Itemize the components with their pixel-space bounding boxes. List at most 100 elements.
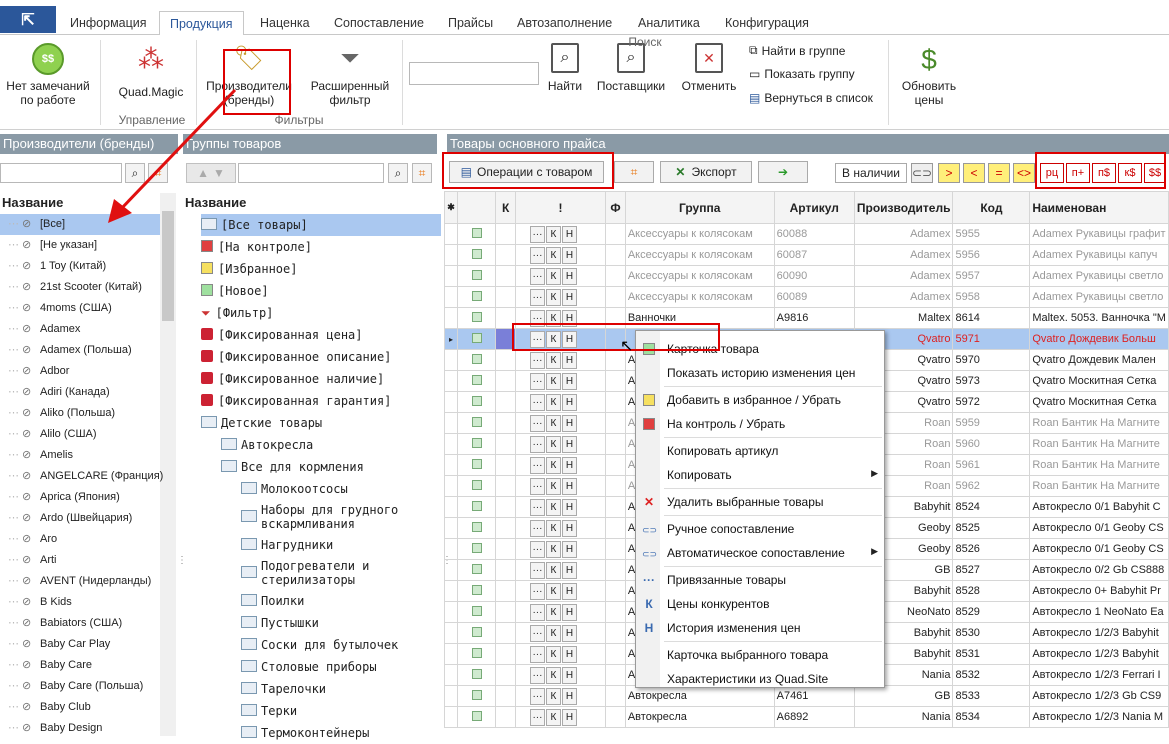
table-row[interactable]: ··· К Н Аксессуары к колясокам 60090 Adamex 59… — [444, 265, 1169, 287]
linked-items-icon[interactable]: ··· — [529, 561, 545, 579]
price-history-icon[interactable]: Н — [561, 645, 577, 663]
table-row[interactable]: ··· К Н Аксессуары к колясокам 60087 Adamex 59… — [444, 244, 1169, 266]
row-checkbox-cell[interactable] — [456, 580, 497, 602]
row-checkbox[interactable] — [471, 689, 482, 700]
row-checkbox[interactable] — [471, 227, 482, 238]
linked-items-icon[interactable]: ··· — [529, 288, 545, 306]
cell-actions[interactable]: ··· К Н — [514, 349, 607, 371]
price-history-icon[interactable]: Н — [561, 687, 577, 705]
row-checkbox-cell[interactable] — [456, 643, 497, 665]
tab-info[interactable]: Информация — [60, 12, 157, 35]
clear-filters-button[interactable]: ⌗ — [614, 161, 654, 183]
cell-actions[interactable]: ··· К Н — [514, 265, 607, 287]
linked-items-icon[interactable]: ··· — [529, 708, 545, 726]
group-tree-item[interactable]: [Фиксированная цена] — [201, 324, 441, 346]
row-checkbox[interactable] — [471, 584, 482, 595]
row-checkbox-cell[interactable] — [456, 412, 497, 434]
context-menu-item[interactable]: К Цены конкурентов — [636, 594, 884, 614]
linked-items-icon[interactable]: ··· — [529, 372, 545, 390]
row-checkbox[interactable] — [471, 332, 482, 343]
context-menu-item[interactable]: Копировать артикул — [636, 441, 884, 461]
competitor-prices-icon[interactable]: К — [545, 603, 561, 621]
tab-products[interactable]: Продукция — [159, 11, 244, 36]
extended-filter-button[interactable]: ⏷ Расширенный фильтр — [302, 43, 398, 107]
competitor-prices-icon[interactable]: К — [545, 393, 561, 411]
row-checkbox[interactable] — [471, 542, 482, 553]
row-checkbox[interactable] — [471, 500, 482, 511]
linked-items-icon[interactable]: ··· — [529, 225, 545, 243]
group-tree-item[interactable]: Тарелочки — [241, 678, 441, 700]
price-history-icon[interactable]: Н — [561, 477, 577, 495]
filter-less-button[interactable]: < — [963, 163, 985, 183]
column-header-name[interactable]: Наименован — [1029, 191, 1169, 224]
competitor-prices-icon[interactable]: К — [545, 498, 561, 516]
cell-actions[interactable]: ··· К Н — [514, 286, 607, 308]
row-checkbox-cell[interactable] — [456, 391, 497, 413]
context-menu-item[interactable]: ⊂⊃ Ручное сопоставление — [636, 519, 884, 539]
group-tree-item[interactable]: Столовые приборы — [241, 656, 441, 678]
brand-list-item[interactable]: ⋯ ⊘ Baby Care (Польша) — [0, 676, 160, 697]
column-header-f[interactable]: Ф — [605, 191, 626, 224]
column-header-group[interactable]: Группа — [624, 191, 775, 224]
group-tree-item[interactable]: Терки — [241, 700, 441, 722]
group-tree-item[interactable]: [Фиксированная гарантия] — [201, 390, 441, 412]
linked-items-icon[interactable]: ··· — [529, 687, 545, 705]
linked-items-icon[interactable]: ··· — [529, 414, 545, 432]
in-stock-toggle[interactable]: В наличии — [835, 163, 907, 183]
cell-actions[interactable]: ··· К Н — [514, 685, 607, 707]
brand-list-item[interactable]: ⋯ ⊘ Ardo (Швейцария) — [0, 508, 160, 529]
cell-actions[interactable]: ··· К Н — [514, 643, 607, 665]
context-menu-item[interactable]: Показать историю изменения цен — [636, 363, 884, 383]
groups-clear-button[interactable]: ⌗ — [412, 163, 432, 183]
brand-list-item[interactable]: ⋯ ⊘ Adiri (Канада) — [0, 382, 160, 403]
app-menu-button[interactable]: ⇱ — [0, 6, 56, 33]
group-tree-item[interactable]: Соски для бутылочек — [241, 634, 441, 656]
cell-actions[interactable]: ··· К Н — [514, 475, 607, 497]
row-checkbox-cell[interactable] — [456, 433, 497, 455]
row-checkbox[interactable] — [471, 563, 482, 574]
brand-list-item[interactable]: ⋯ ⊘ Aliko (Польша) — [0, 403, 160, 424]
column-header-code[interactable]: Код — [952, 191, 1031, 224]
linked-items-icon[interactable]: ··· — [529, 246, 545, 264]
context-menu-item[interactable]: ··· Привязанные товары — [636, 570, 884, 590]
row-checkbox[interactable] — [471, 353, 482, 364]
row-checkbox-cell[interactable] — [456, 307, 497, 329]
linked-items-icon[interactable]: ··· — [529, 267, 545, 285]
export-button[interactable]: ✕ Экспорт — [660, 161, 752, 183]
price-history-icon[interactable]: Н — [561, 561, 577, 579]
row-checkbox-cell[interactable] — [456, 223, 497, 245]
price-history-icon[interactable]: Н — [561, 435, 577, 453]
competitor-prices-icon[interactable]: К — [545, 561, 561, 579]
brand-list-item[interactable]: ⋯ ⊘ 1 Toy (Китай) — [0, 256, 160, 277]
group-tree-item[interactable]: Наборы для грудного вскармливания — [241, 500, 441, 534]
price-history-icon[interactable]: Н — [561, 246, 577, 264]
link-filter-button[interactable]: ⊂⊃ — [911, 163, 933, 183]
brand-list-item[interactable]: ⋯ ⊘ [Не указан] — [0, 235, 160, 256]
group-tree-item[interactable]: [На контроле] — [201, 236, 441, 258]
filter-equal-button[interactable]: = — [988, 163, 1010, 183]
brand-list-item[interactable]: ⋯ ⊘ Amelis — [0, 445, 160, 466]
row-checkbox-cell[interactable] — [456, 706, 497, 728]
price-history-icon[interactable]: Н — [561, 519, 577, 537]
cell-actions[interactable]: ··· К Н — [514, 517, 607, 539]
find-button[interactable]: ⌕ Найти — [544, 43, 586, 93]
row-checkbox[interactable] — [471, 290, 482, 301]
cell-actions[interactable]: ··· К Н — [514, 622, 607, 644]
find-in-group-button[interactable]: ⧉ Найти в группе — [749, 43, 845, 58]
group-tree-item[interactable]: Термоконтейнеры — [241, 722, 441, 744]
column-header-sku[interactable]: Артикул — [773, 191, 855, 224]
tab-analytics[interactable]: Аналитика — [628, 12, 710, 35]
brand-list-item[interactable]: ⋯ ⊘ Adamex (Польша) — [0, 340, 160, 361]
cell-actions[interactable]: ··· К Н — [514, 412, 607, 434]
group-tree-item[interactable]: ⏷ [Фильтр] — [201, 302, 441, 324]
tab-config[interactable]: Конфигурация — [715, 12, 819, 35]
groups-filter-input[interactable] — [238, 163, 384, 183]
column-header-k[interactable]: К — [495, 191, 516, 224]
show-group-button[interactable]: ▭ Показать группу — [749, 67, 855, 81]
row-checkbox-cell[interactable] — [456, 265, 497, 287]
context-menu-item[interactable]: Карточка выбранного товара — [636, 645, 884, 665]
row-checkbox[interactable] — [471, 647, 482, 658]
filter-not-equal-button[interactable]: <> — [1013, 163, 1035, 183]
competitor-prices-icon[interactable]: К — [545, 414, 561, 432]
row-checkbox[interactable] — [471, 416, 482, 427]
